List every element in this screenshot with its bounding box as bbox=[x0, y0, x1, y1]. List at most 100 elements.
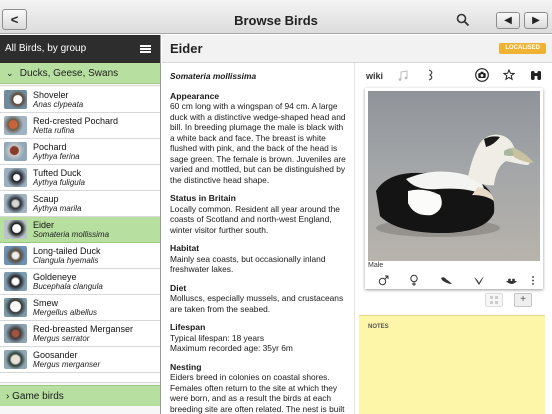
appearance-section: Appearance 60 cm long with a wingspan of… bbox=[170, 91, 350, 186]
status-section: Status in Britain Locally common. Reside… bbox=[170, 193, 350, 235]
previous-bird-button[interactable]: ◀ bbox=[496, 12, 520, 29]
bird-latin-name: Clangula hyemalis bbox=[33, 256, 99, 265]
bird-photo[interactable] bbox=[368, 91, 540, 261]
bird-latin-name: Mergus merganser bbox=[33, 360, 101, 369]
bird-latin-name: Mergellus albellus bbox=[33, 308, 98, 317]
group-ducks-geese-swans[interactable]: ⌄ Ducks, Geese, Swans bbox=[0, 63, 160, 84]
bird-thumbnail bbox=[4, 324, 27, 343]
list-item[interactable]: Shoveler Anas clypeata bbox=[0, 87, 160, 113]
bird-name: Goosander bbox=[33, 350, 78, 360]
bird-thumbnail bbox=[4, 246, 27, 265]
bird-thumbnail bbox=[4, 90, 27, 109]
section-body: Mainly sea coasts, but occasionally inla… bbox=[170, 253, 326, 275]
list-item[interactable]: Pochard Aythya ferina bbox=[0, 139, 160, 165]
range-map-icon[interactable] bbox=[428, 69, 436, 81]
section-body: Eiders breed in colonies on coastal shor… bbox=[170, 372, 345, 414]
detail-pane: Eider LOCALISED Somateria mollissima App… bbox=[162, 35, 552, 414]
list-item[interactable]: Red-breasted Merganser Mergus serrator bbox=[0, 321, 160, 347]
music-note-icon[interactable] bbox=[398, 70, 408, 81]
bird-name: Long-tailed Duck bbox=[33, 246, 101, 256]
column-divider bbox=[354, 63, 355, 414]
section-heading: Habitat bbox=[170, 243, 200, 253]
localised-badge: LOCALISED bbox=[499, 43, 546, 54]
sidebar: All Birds, by group ⌄ Ducks, Geese, Swan… bbox=[0, 35, 161, 414]
add-note-button[interactable]: + bbox=[514, 293, 532, 307]
group-label: Ducks, Geese, Swans bbox=[19, 68, 119, 79]
habitat-section: Habitat Mainly sea coasts, but occasiona… bbox=[170, 243, 350, 275]
next-bird-button[interactable]: ▶ bbox=[524, 12, 548, 29]
wiki-tab[interactable]: wiki bbox=[366, 71, 383, 81]
list-item[interactable] bbox=[0, 84, 160, 86]
bird-list[interactable]: Shoveler Anas clypeata Red-crested Pocha… bbox=[0, 84, 160, 383]
back-button[interactable]: < bbox=[2, 9, 27, 30]
section-body: Locally common. Resident all year around… bbox=[170, 203, 340, 235]
section-heading: Nesting bbox=[170, 361, 202, 372]
list-item[interactable]: Tufted Duck Aythya fuligula bbox=[0, 165, 160, 191]
nest-icon[interactable] bbox=[505, 275, 518, 286]
section-heading: Status in Britain bbox=[170, 193, 236, 203]
list-item[interactable]: Goldeneye Bucephala clangula bbox=[0, 269, 160, 295]
bird-description: Somateria mollissima Appearance 60 cm lo… bbox=[170, 71, 350, 414]
sidebar-header-label: All Birds, by group bbox=[5, 43, 87, 54]
bird-latin-name: Bucephala clangula bbox=[33, 282, 103, 291]
list-item[interactable]: Smew Mergellus albellus bbox=[0, 295, 160, 321]
bird-title: Eider bbox=[170, 41, 203, 56]
bird-thumbnail bbox=[4, 142, 27, 161]
photo-variants bbox=[365, 273, 543, 288]
lifespan-section: Lifespan Typical lifespan: 18 years Maxi… bbox=[170, 322, 350, 354]
menu-icon[interactable] bbox=[140, 45, 151, 53]
top-bar: < Browse Birds ◀ ▶ bbox=[0, 0, 552, 34]
chevron-right-icon: › bbox=[6, 391, 10, 402]
bird-name: Red-breasted Merganser bbox=[33, 324, 134, 334]
group-game-birds[interactable]: › Game birds bbox=[0, 385, 160, 406]
media-toolbar: wiki bbox=[358, 65, 552, 85]
bird-thumbnail bbox=[4, 298, 27, 317]
grid-view-button[interactable] bbox=[485, 293, 503, 307]
bird-name: Pochard bbox=[33, 142, 67, 152]
binoculars-icon[interactable] bbox=[530, 69, 542, 81]
favorite-star-icon[interactable] bbox=[503, 69, 515, 81]
list-item[interactable]: Goosander Mergus merganser bbox=[0, 347, 160, 373]
list-item[interactable]: Scaup Aythya marila bbox=[0, 191, 160, 217]
list-item[interactable]: Long-tailed Duck Clangula hyemalis bbox=[0, 243, 160, 269]
bird-latin-name: Somateria mollissima bbox=[33, 230, 110, 239]
bird-name: Goldeneye bbox=[33, 272, 77, 282]
female-icon[interactable] bbox=[409, 274, 419, 287]
section-body: Typical lifespan: 18 years bbox=[170, 332, 265, 343]
bird-latin-name: Aythya marila bbox=[33, 204, 82, 213]
male-icon[interactable] bbox=[378, 275, 389, 286]
list-item[interactable]: Red-crested Pochard Netta rufina bbox=[0, 113, 160, 139]
bird-name: Scaup bbox=[33, 194, 59, 204]
section-heading: Appearance bbox=[170, 90, 220, 101]
juvenile-bird-icon[interactable] bbox=[440, 275, 453, 286]
page-title: Browse Birds bbox=[234, 13, 318, 28]
bird-thumbnail bbox=[4, 194, 27, 213]
section-body: 60 cm long with a wingspan of 94 cm. A l… bbox=[170, 101, 346, 185]
grid-icon bbox=[490, 296, 498, 304]
photo-caption: Male bbox=[368, 262, 384, 269]
bird-photo-card[interactable]: Male bbox=[365, 88, 543, 289]
bird-name: Tufted Duck bbox=[33, 168, 82, 178]
chevron-down-icon: ⌄ bbox=[6, 68, 14, 78]
section-body: Maximum recorded age: 35yr 6m bbox=[170, 343, 293, 353]
notes-area[interactable]: NOTES bbox=[359, 315, 545, 414]
list-item[interactable] bbox=[0, 373, 160, 383]
more-options-icon[interactable] bbox=[531, 275, 535, 286]
nesting-section: Nesting Eiders breed in colonies on coas… bbox=[170, 362, 350, 414]
camera-icon[interactable] bbox=[475, 68, 489, 82]
search-icon[interactable] bbox=[456, 13, 470, 27]
bird-name: Smew bbox=[33, 298, 59, 308]
bird-latin-name: Aythya ferina bbox=[33, 152, 80, 161]
bird-latin-name: Mergus serrator bbox=[33, 334, 90, 343]
bird-name: Shoveler bbox=[33, 90, 69, 100]
bird-thumbnail bbox=[4, 350, 27, 369]
bird-thumbnail bbox=[4, 272, 27, 291]
bird-thumbnail bbox=[4, 220, 27, 239]
section-heading: Diet bbox=[170, 282, 187, 293]
bird-latin-name: Netta rufina bbox=[33, 126, 75, 135]
notes-label: NOTES bbox=[368, 324, 389, 330]
list-item-selected[interactable]: Eider Somateria mollissima bbox=[0, 217, 160, 243]
bird-latin-name: Anas clypeata bbox=[33, 100, 84, 109]
flight-bird-icon[interactable] bbox=[473, 275, 485, 286]
bird-thumbnail bbox=[4, 168, 27, 187]
